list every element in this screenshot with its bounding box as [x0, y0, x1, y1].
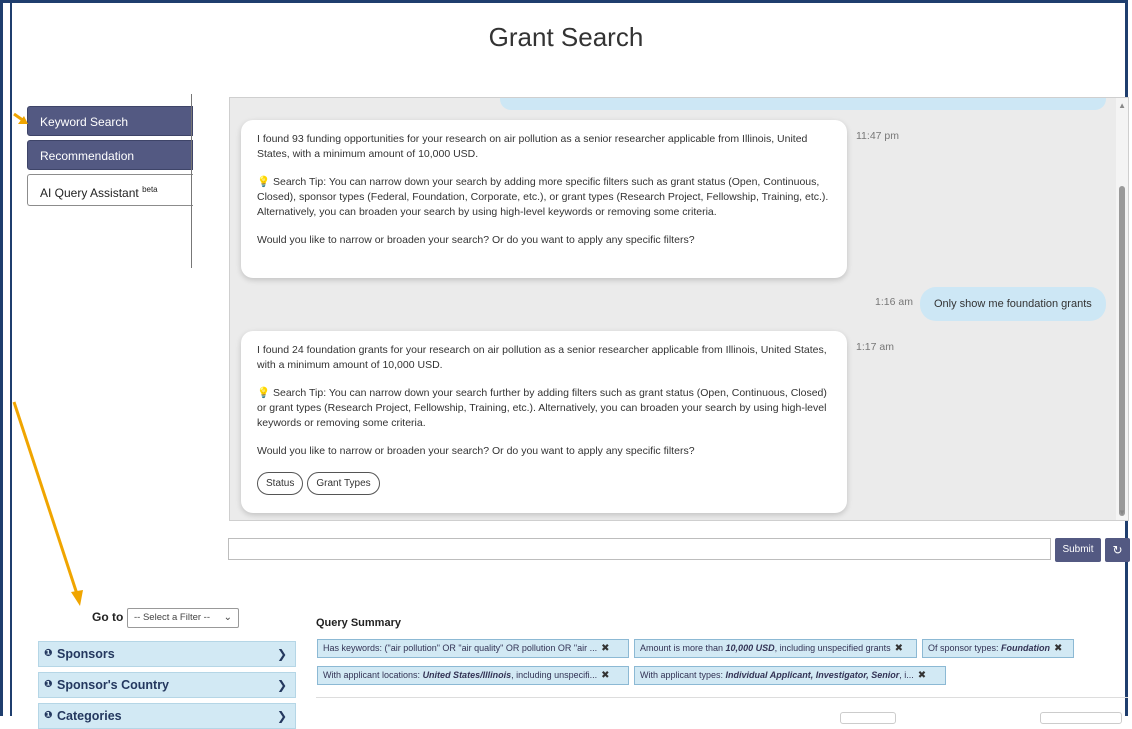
arrow-head-icon — [71, 590, 83, 606]
annotation-arrows — [12, 112, 83, 606]
annotation-arrow — [12, 401, 79, 595]
